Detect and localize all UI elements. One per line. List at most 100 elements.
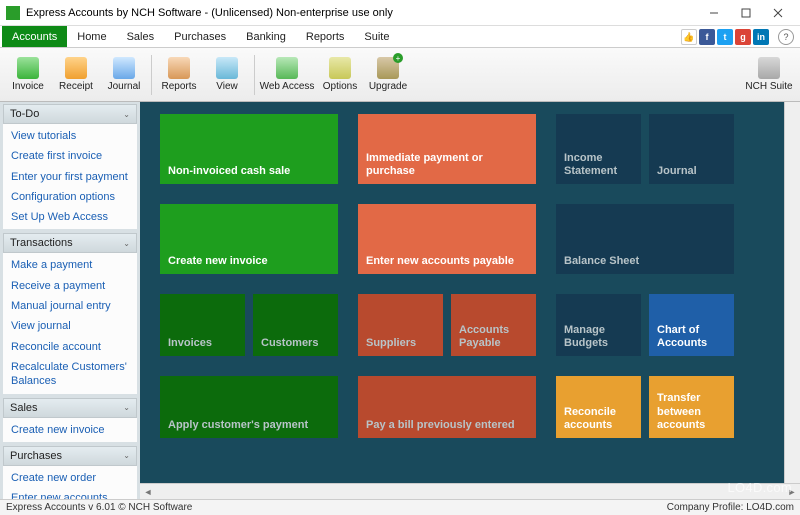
- menu-accounts[interactable]: Accounts: [2, 26, 67, 47]
- view-button[interactable]: View: [203, 50, 251, 100]
- toolbar-separator: [254, 55, 255, 95]
- sidebar-link[interactable]: Configuration options: [3, 187, 137, 207]
- sidebar-link[interactable]: Enter new accounts payable: [3, 488, 137, 499]
- journal-button[interactable]: Journal: [100, 50, 148, 100]
- tile-customers[interactable]: Customers: [253, 294, 338, 356]
- sidebar-link[interactable]: Create new order: [3, 468, 137, 488]
- tile-pay-bill[interactable]: Pay a bill previously entered: [358, 376, 536, 438]
- minimize-button[interactable]: [698, 3, 730, 23]
- journal-icon: [113, 57, 135, 79]
- tile-suppliers[interactable]: Suppliers: [358, 294, 443, 356]
- toolbar: Invoice Receipt Journal Reports View Web…: [0, 48, 800, 102]
- tile-income-statement[interactable]: Income Statement: [556, 114, 641, 184]
- invoice-label: Invoice: [12, 81, 44, 92]
- tile-balance-sheet[interactable]: Balance Sheet: [556, 204, 734, 274]
- tile-immediate-payment[interactable]: Immediate payment or purchase: [358, 114, 536, 184]
- sidebar-link[interactable]: Manual journal entry: [3, 296, 137, 316]
- canvas[interactable]: Non-invoiced cash sale Immediate payment…: [140, 102, 800, 483]
- scroll-left-icon[interactable]: ◄: [140, 485, 156, 499]
- sidebar-title: Sales: [10, 402, 38, 414]
- tile-reconcile[interactable]: Reconcile accounts: [556, 376, 641, 438]
- tile-chart-accounts[interactable]: Chart of Accounts: [649, 294, 734, 356]
- reports-button[interactable]: Reports: [155, 50, 203, 100]
- close-button[interactable]: [762, 3, 794, 23]
- upgrade-label: Upgrade: [369, 81, 407, 92]
- tile-journal[interactable]: Journal: [649, 114, 734, 184]
- menu-purchases[interactable]: Purchases: [164, 26, 236, 47]
- webaccess-button[interactable]: Web Access: [258, 50, 316, 100]
- window-title: Express Accounts by NCH Software - (Unli…: [26, 7, 698, 19]
- view-icon: [216, 57, 238, 79]
- sidebar-link[interactable]: Make a payment: [3, 255, 137, 275]
- sidebar: To-Do ⌄ View tutorials Create first invoi…: [0, 102, 140, 499]
- tile-enter-ap[interactable]: Enter new accounts payable: [358, 204, 536, 274]
- sidebar-title: Transactions: [10, 237, 73, 249]
- scroll-right-icon[interactable]: ►: [784, 485, 800, 499]
- status-left: Express Accounts v 6.01 © NCH Software: [6, 502, 192, 513]
- menu-home[interactable]: Home: [67, 26, 116, 47]
- maximize-button[interactable]: [730, 3, 762, 23]
- receipt-icon: [65, 57, 87, 79]
- options-button[interactable]: Options: [316, 50, 364, 100]
- receipt-button[interactable]: Receipt: [52, 50, 100, 100]
- sidebar-link[interactable]: View tutorials: [3, 126, 137, 146]
- googleplus-icon[interactable]: g: [735, 29, 751, 45]
- tile-create-invoice[interactable]: Create new invoice: [160, 204, 338, 274]
- menu-reports[interactable]: Reports: [296, 26, 355, 47]
- nchsuite-button[interactable]: NCH Suite: [742, 50, 796, 100]
- options-icon: [329, 57, 351, 79]
- sidebar-head-todo[interactable]: To-Do ⌄: [3, 104, 137, 124]
- titlebar: Express Accounts by NCH Software - (Unli…: [0, 0, 800, 26]
- upgrade-button[interactable]: Upgrade: [364, 50, 412, 100]
- web-label: Web Access: [260, 81, 315, 92]
- receipt-label: Receipt: [59, 81, 93, 92]
- web-icon: [276, 57, 298, 79]
- sidebar-link[interactable]: Reconcile account: [3, 337, 137, 357]
- menu-banking[interactable]: Banking: [236, 26, 296, 47]
- tile-noninvoiced-sale[interactable]: Non-invoiced cash sale: [160, 114, 338, 184]
- scrollbar-vertical[interactable]: [784, 102, 800, 483]
- toolbar-separator: [151, 55, 152, 95]
- menu-suite[interactable]: Suite: [354, 26, 399, 47]
- sidebar-link[interactable]: Create new invoice: [3, 420, 137, 440]
- tile-accounts-payable[interactable]: Accounts Payable: [451, 294, 536, 356]
- statusbar: Express Accounts v 6.01 © NCH Software C…: [0, 499, 800, 515]
- tile-transfer[interactable]: Transfer between accounts: [649, 376, 734, 438]
- view-label: View: [216, 81, 238, 92]
- options-label: Options: [323, 81, 357, 92]
- invoice-button[interactable]: Invoice: [4, 50, 52, 100]
- suite-icon: [758, 57, 780, 79]
- chevron-icon: ⌄: [123, 403, 130, 412]
- sidebar-link[interactable]: View journal: [3, 316, 137, 336]
- upgrade-icon: [377, 57, 399, 79]
- sidebar-link[interactable]: Create first invoice: [3, 146, 137, 166]
- tile-manage-budgets[interactable]: Manage Budgets: [556, 294, 641, 356]
- tile-invoices[interactable]: Invoices: [160, 294, 245, 356]
- reports-label: Reports: [161, 81, 196, 92]
- suite-label: NCH Suite: [745, 81, 792, 92]
- sidebar-section-todo: To-Do ⌄ View tutorials Create first invoi…: [3, 104, 137, 229]
- tile-apply-payment[interactable]: Apply customer's payment: [160, 376, 338, 438]
- app-icon: [6, 6, 20, 20]
- invoice-icon: [17, 57, 39, 79]
- menubar: Accounts Home Sales Purchases Banking Re…: [0, 26, 800, 48]
- chevron-icon: ⌄: [123, 239, 130, 248]
- scrollbar-horizontal[interactable]: ◄ ►: [140, 483, 800, 499]
- menu-sales[interactable]: Sales: [117, 26, 165, 47]
- sidebar-link[interactable]: Set Up Web Access: [3, 207, 137, 227]
- twitter-icon[interactable]: t: [717, 29, 733, 45]
- sidebar-link[interactable]: Recalculate Customers' Balances: [3, 357, 137, 392]
- sidebar-head-transactions[interactable]: Transactions ⌄: [3, 233, 137, 253]
- sidebar-link[interactable]: Enter your first payment: [3, 167, 137, 187]
- like-icon[interactable]: 👍: [681, 29, 697, 45]
- scroll-track[interactable]: [156, 485, 784, 499]
- sidebar-title: To-Do: [10, 108, 39, 120]
- sidebar-section-sales: Sales ⌄ Create new invoice: [3, 398, 137, 442]
- sidebar-head-purchases[interactable]: Purchases⌄: [3, 446, 137, 466]
- facebook-icon[interactable]: f: [699, 29, 715, 45]
- linkedin-icon[interactable]: in: [753, 29, 769, 45]
- sidebar-link[interactable]: Receive a payment: [3, 276, 137, 296]
- chevron-icon: ⌄: [123, 110, 130, 119]
- sidebar-head-sales[interactable]: Sales ⌄: [3, 398, 137, 418]
- help-icon[interactable]: ?: [778, 29, 794, 45]
